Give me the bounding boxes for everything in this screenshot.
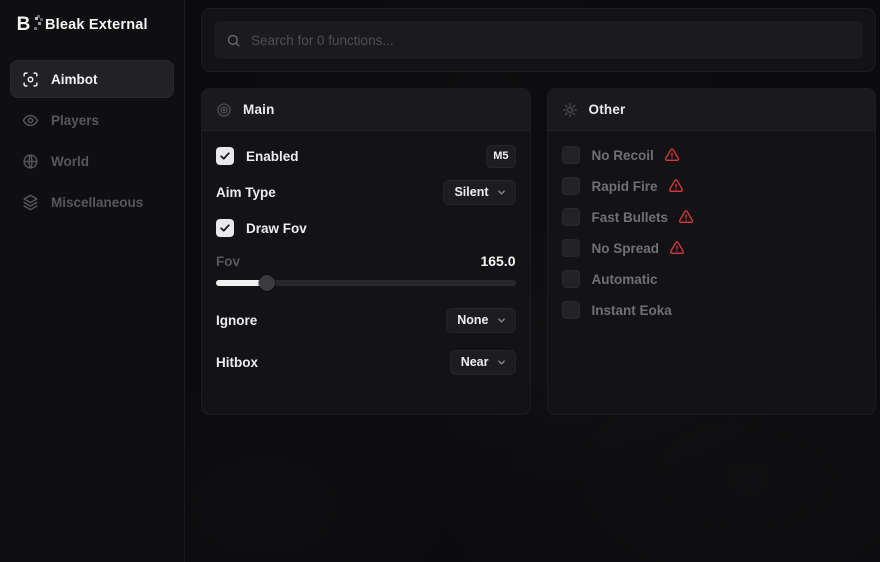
main-content: Main Enabled M5 Aim Type Silent xyxy=(185,0,880,562)
sidebar: B Bleak External Aimbot Players xyxy=(0,0,185,562)
search-input[interactable] xyxy=(251,33,851,48)
fast-bullets-checkbox[interactable] xyxy=(562,208,580,226)
panels-row: Main Enabled M5 Aim Type Silent xyxy=(201,88,876,415)
sidebar-item-world[interactable]: World xyxy=(10,142,174,180)
toggle-row-no-recoil: No Recoil xyxy=(562,143,862,167)
rapid-fire-checkbox[interactable] xyxy=(562,177,580,195)
panel-title: Other xyxy=(589,102,626,117)
warning-icon xyxy=(668,178,684,194)
aim-type-label: Aim Type xyxy=(216,185,276,200)
app-title: Bleak External xyxy=(45,17,148,33)
globe-icon xyxy=(22,153,39,170)
ignore-row: Ignore None xyxy=(216,307,516,333)
aim-type-value: Silent xyxy=(454,185,488,199)
crosshair-icon xyxy=(22,71,39,88)
aim-type-dropdown[interactable]: Silent xyxy=(443,180,515,205)
sidebar-item-label: Players xyxy=(51,113,99,128)
sidebar-item-label: Aimbot xyxy=(51,72,98,87)
main-panel-header: Main xyxy=(202,89,530,131)
panel-title: Main xyxy=(243,102,275,117)
enabled-checkbox[interactable] xyxy=(216,147,234,165)
draw-fov-row: Draw Fov xyxy=(216,215,516,241)
layers-icon xyxy=(22,194,39,211)
toggle-row-automatic: Automatic xyxy=(562,267,862,291)
brand: B Bleak External xyxy=(0,0,184,52)
enabled-label: Enabled xyxy=(246,149,299,164)
hitbox-value: Near xyxy=(461,355,489,369)
no-recoil-checkbox[interactable] xyxy=(562,146,580,164)
check-icon xyxy=(219,150,231,162)
chevron-down-icon xyxy=(496,357,507,368)
draw-fov-label: Draw Fov xyxy=(246,221,307,236)
no-spread-label: No Spread xyxy=(592,241,660,256)
sidebar-item-players[interactable]: Players xyxy=(10,101,174,139)
chevron-down-icon xyxy=(496,315,507,326)
fov-row: Fov 165.0 xyxy=(216,251,516,271)
instant-eoka-checkbox[interactable] xyxy=(562,301,580,319)
warning-icon xyxy=(678,209,694,225)
eye-icon xyxy=(22,112,39,129)
ignore-label: Ignore xyxy=(216,313,257,328)
other-panel-body: No Recoil Rapid Fire Fast Bullets xyxy=(548,131,876,414)
search-box[interactable] xyxy=(214,21,863,59)
toggle-row-instant-eoka: Instant Eoka xyxy=(562,298,862,322)
app-logo-icon: B xyxy=(12,14,34,36)
hitbox-dropdown[interactable]: Near xyxy=(450,350,516,375)
main-panel-body: Enabled M5 Aim Type Silent D xyxy=(202,131,530,414)
fov-slider[interactable] xyxy=(216,275,516,291)
no-spread-checkbox[interactable] xyxy=(562,239,580,257)
gear-icon xyxy=(562,102,578,118)
chevron-down-icon xyxy=(496,187,507,198)
warning-icon xyxy=(664,147,680,163)
slider-thumb[interactable] xyxy=(259,275,275,291)
main-panel: Main Enabled M5 Aim Type Silent xyxy=(201,88,531,415)
target-icon xyxy=(216,102,232,118)
automatic-checkbox[interactable] xyxy=(562,270,580,288)
sidebar-item-label: World xyxy=(51,154,89,169)
hitbox-row: Hitbox Near xyxy=(216,349,516,375)
toggle-row-fast-bullets: Fast Bullets xyxy=(562,205,862,229)
fov-value: 165.0 xyxy=(480,253,515,269)
enabled-row: Enabled M5 xyxy=(216,143,516,169)
draw-fov-checkbox[interactable] xyxy=(216,219,234,237)
search-panel xyxy=(201,8,876,72)
sidebar-nav: Aimbot Players World xyxy=(0,60,184,221)
warning-icon xyxy=(669,240,685,256)
sidebar-item-aimbot[interactable]: Aimbot xyxy=(10,60,174,98)
fast-bullets-label: Fast Bullets xyxy=(592,210,669,225)
other-panel: Other No Recoil Rapid Fire xyxy=(547,88,877,415)
toggle-row-rapid-fire: Rapid Fire xyxy=(562,174,862,198)
toggle-row-no-spread: No Spread xyxy=(562,236,862,260)
check-icon xyxy=(219,222,231,234)
ignore-dropdown[interactable]: None xyxy=(446,308,515,333)
search-icon xyxy=(226,33,241,48)
sidebar-item-label: Miscellaneous xyxy=(51,195,143,210)
sidebar-item-miscellaneous[interactable]: Miscellaneous xyxy=(10,183,174,221)
other-panel-header: Other xyxy=(548,89,876,131)
automatic-label: Automatic xyxy=(592,272,658,287)
no-recoil-label: No Recoil xyxy=(592,148,654,163)
keybind-button[interactable]: M5 xyxy=(486,145,515,168)
instant-eoka-label: Instant Eoka xyxy=(592,303,672,318)
hitbox-label: Hitbox xyxy=(216,355,258,370)
ignore-value: None xyxy=(457,313,488,327)
rapid-fire-label: Rapid Fire xyxy=(592,179,658,194)
fov-label: Fov xyxy=(216,254,240,269)
aim-type-row: Aim Type Silent xyxy=(216,179,516,205)
